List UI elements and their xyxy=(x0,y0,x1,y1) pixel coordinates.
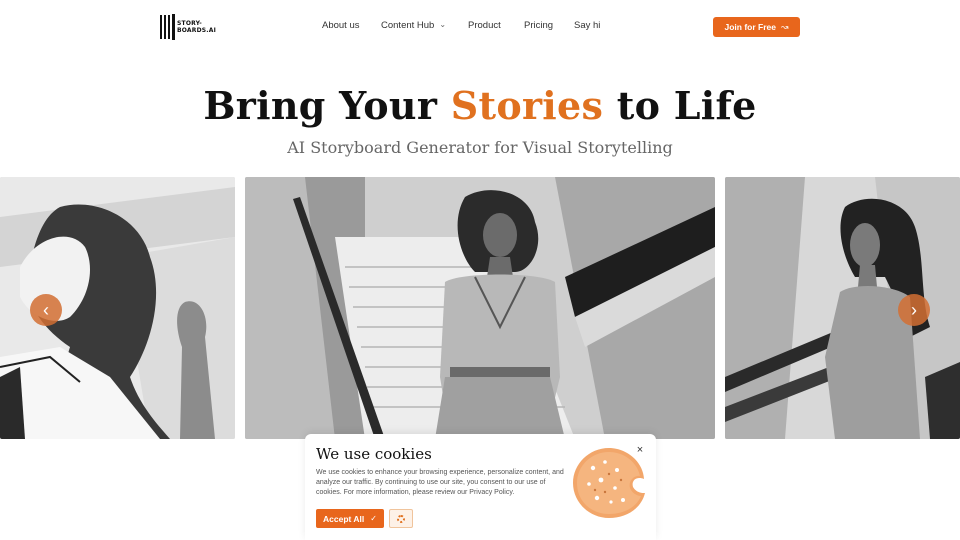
cookie-text: We use cookies to enhance your browsing … xyxy=(316,469,564,496)
accept-all-button[interactable]: Accept All ✓ xyxy=(316,509,384,528)
hero-title-post: to Life xyxy=(616,83,757,128)
nav-say-hi[interactable]: Say hi xyxy=(574,20,600,31)
carousel-next-button[interactable]: › xyxy=(898,294,930,326)
chevron-left-icon: ‹ xyxy=(43,299,49,320)
hero-title: Bring Your Stories to Life xyxy=(0,83,960,128)
check-icon: ✓ xyxy=(370,514,377,523)
nav-product-label: Product xyxy=(468,20,501,31)
cookie-settings-button[interactable] xyxy=(389,509,413,528)
join-free-button[interactable]: Join for Free ↝ xyxy=(713,17,800,37)
chevron-down-icon: ⌄ xyxy=(439,20,447,29)
gear-icon xyxy=(397,514,405,523)
nav-pricing-label: Pricing xyxy=(524,20,554,31)
nav-content-hub-label: Content Hub xyxy=(381,20,435,31)
cookie-title: We use cookies xyxy=(316,445,432,463)
nav-about-us-label: About us xyxy=(322,20,360,31)
nav-content-hub[interactable]: Content Hub ⌄ xyxy=(381,20,446,31)
join-free-label: Join for Free xyxy=(724,22,776,32)
nav-pricing[interactable]: Pricing xyxy=(524,20,553,31)
nav-say-hi-label: Say hi xyxy=(574,20,601,31)
squiggle-arrow-icon: ↝ xyxy=(780,21,789,32)
sketch-image xyxy=(245,177,715,439)
carousel-prev-button[interactable]: ‹ xyxy=(30,294,62,326)
cookie-icon xyxy=(573,448,645,518)
cookie-banner: We use cookies We use cookies to enhance… xyxy=(305,434,656,540)
accept-all-label: Accept All xyxy=(323,513,365,524)
carousel-slide-center[interactable] xyxy=(245,177,715,439)
site-header: STORY- BOARDS.AI About us Content Hub ⌄ P… xyxy=(0,0,960,56)
hero-title-pre: Bring Your xyxy=(203,83,438,128)
nav-product[interactable]: Product xyxy=(468,20,501,31)
chevron-right-icon: › xyxy=(911,299,917,320)
hero-title-accent: Stories xyxy=(450,83,604,128)
hero-subtitle: AI Storyboard Generator for Visual Story… xyxy=(287,138,673,157)
main-nav: About us Content Hub ⌄ Product Pricing Sa… xyxy=(0,20,960,36)
nav-about-us[interactable]: About us xyxy=(322,20,360,31)
storyboard-carousel[interactable]: ‹ › xyxy=(0,177,960,439)
